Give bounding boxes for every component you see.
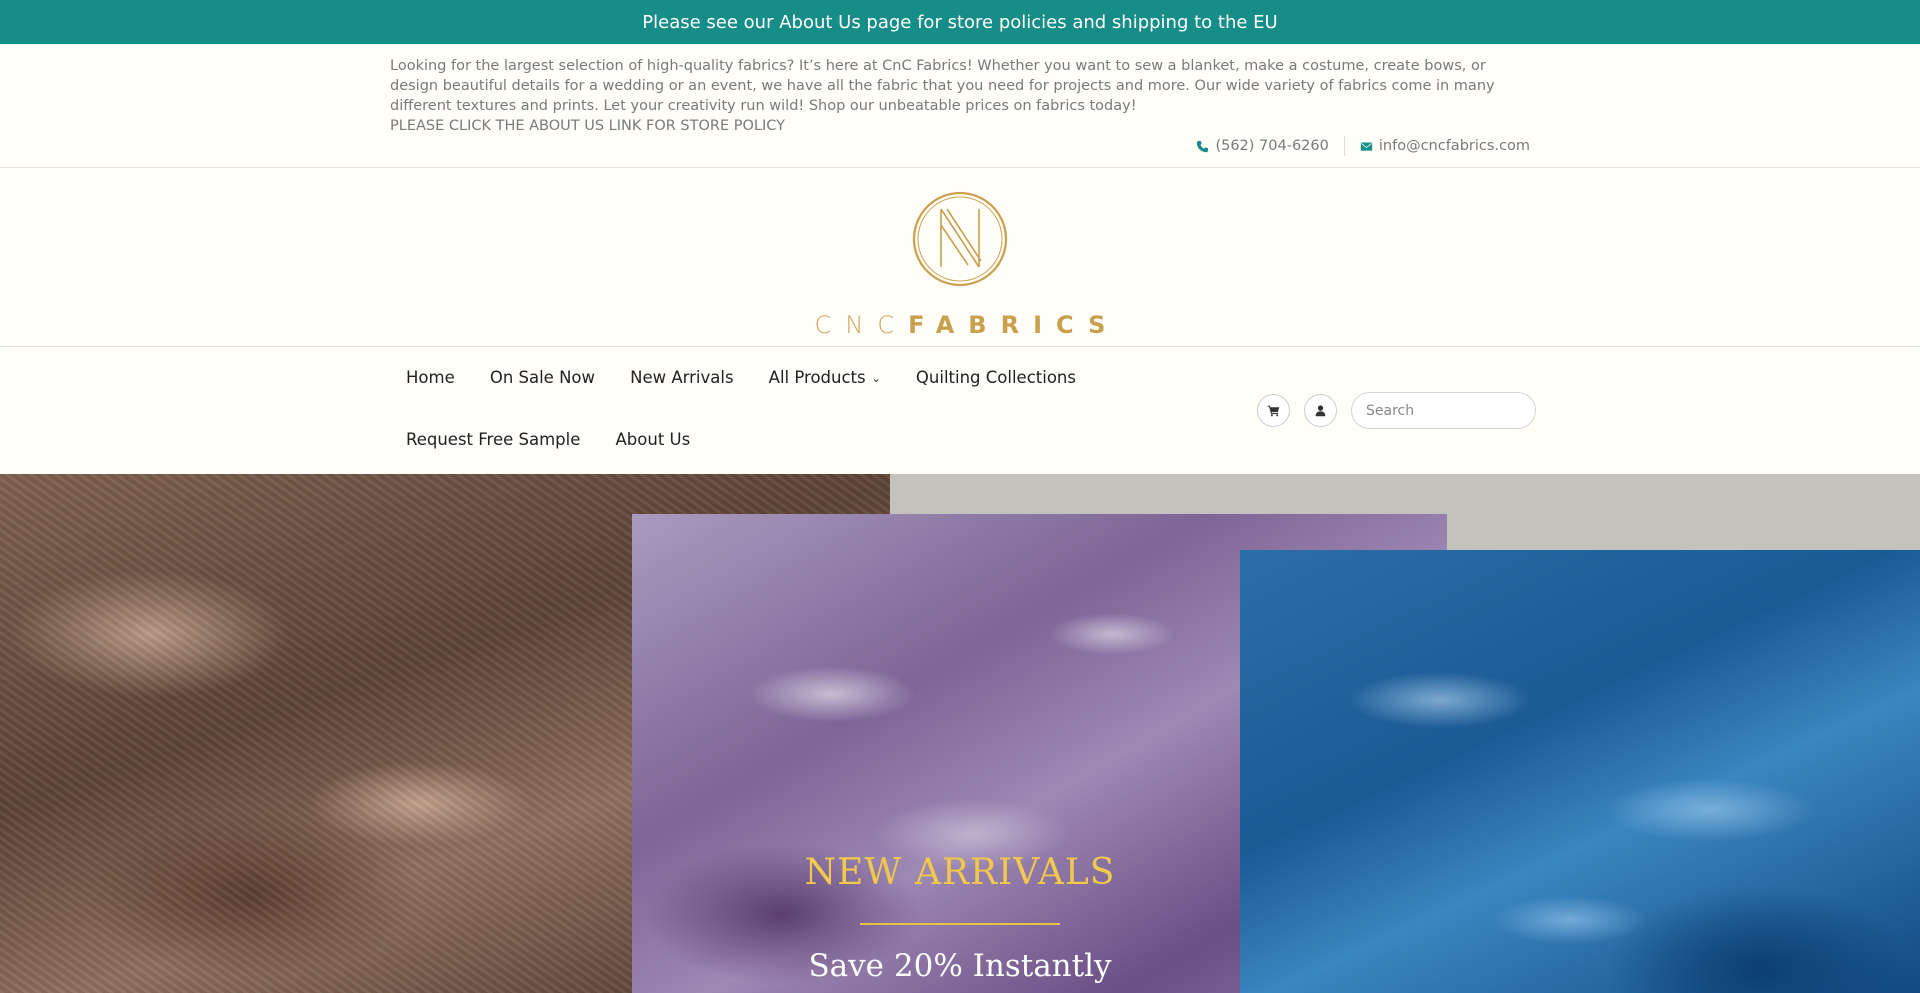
nav-label[interactable]: About Us (616, 430, 691, 449)
logo-area: CNCFABRICS (0, 169, 1920, 347)
nav-menu: Home On Sale Now New Arrivals All Produc… (391, 347, 1231, 471)
hero-image-blue-fabric (1240, 550, 1920, 993)
policy-note: PLEASE CLICK THE ABOUT US LINK FOR STORE… (390, 118, 785, 134)
nav-item-on-sale-now[interactable]: On Sale Now (475, 347, 610, 409)
phone-icon (1197, 140, 1209, 152)
nav-label[interactable]: Quilting Collections (916, 368, 1076, 387)
user-icon (1315, 405, 1326, 417)
hero-divider (860, 923, 1060, 925)
logo-text-fabrics: FABRICS (908, 311, 1120, 339)
hero-subtitle: Save 20% Instantly (808, 948, 1112, 984)
nav-label[interactable]: Home (406, 368, 455, 387)
contact-divider (1343, 136, 1345, 156)
cart-button[interactable] (1257, 394, 1290, 427)
cart-icon (1267, 405, 1280, 417)
chevron-down-icon[interactable]: ⌄ (872, 348, 881, 410)
nav-label[interactable]: On Sale Now (490, 368, 595, 387)
hero-banner[interactable]: NEW ARRIVALS Save 20% Instantly (0, 474, 1920, 993)
top-info-bar: Looking for the largest selection of hig… (0, 44, 1920, 168)
hero-title: NEW ARRIVALS (804, 852, 1116, 893)
phone-link[interactable]: (562) 704-6260 (1196, 138, 1329, 154)
logo-link[interactable] (910, 177, 1010, 305)
nav-label[interactable]: All Products (769, 368, 866, 387)
nav-item-home[interactable]: Home (391, 347, 470, 409)
email-link[interactable]: info@cncfabrics.com (1360, 138, 1530, 154)
logo-text-cnc: CNC (814, 311, 909, 339)
search-box[interactable] (1351, 392, 1540, 429)
search-input[interactable] (1366, 402, 1540, 419)
logo-wordmark[interactable]: CNCFABRICS (801, 311, 1120, 339)
nav-item-quilting-collections[interactable]: Quilting Collections (901, 347, 1091, 409)
main-navigation: Home On Sale Now New Arrivals All Produc… (0, 347, 1920, 474)
account-button[interactable] (1304, 394, 1337, 427)
announcement-bar[interactable]: Please see our About Us page for store p… (0, 0, 1920, 44)
description-text: Looking for the largest selection of hig… (390, 58, 1495, 114)
header-actions (1257, 392, 1540, 429)
contact-info: (562) 704-6260 info@cncfabrics.com (1196, 136, 1530, 156)
nav-item-all-products[interactable]: All Products ⌄ (754, 347, 896, 409)
envelope-icon (1360, 141, 1373, 151)
email-address[interactable]: info@cncfabrics.com (1379, 138, 1530, 154)
nav-label[interactable]: New Arrivals (630, 368, 733, 387)
store-description: Looking for the largest selection of hig… (390, 56, 1520, 136)
nav-item-request-free-sample[interactable]: Request Free Sample (391, 409, 595, 471)
nav-item-about-us[interactable]: About Us (601, 409, 706, 471)
phone-number[interactable]: (562) 704-6260 (1215, 138, 1328, 154)
nav-label[interactable]: Request Free Sample (406, 430, 580, 449)
logo-monogram-icon (912, 191, 1008, 287)
announcement-text[interactable]: Please see our About Us page for store p… (642, 12, 1277, 33)
nav-item-new-arrivals[interactable]: New Arrivals (615, 347, 748, 409)
